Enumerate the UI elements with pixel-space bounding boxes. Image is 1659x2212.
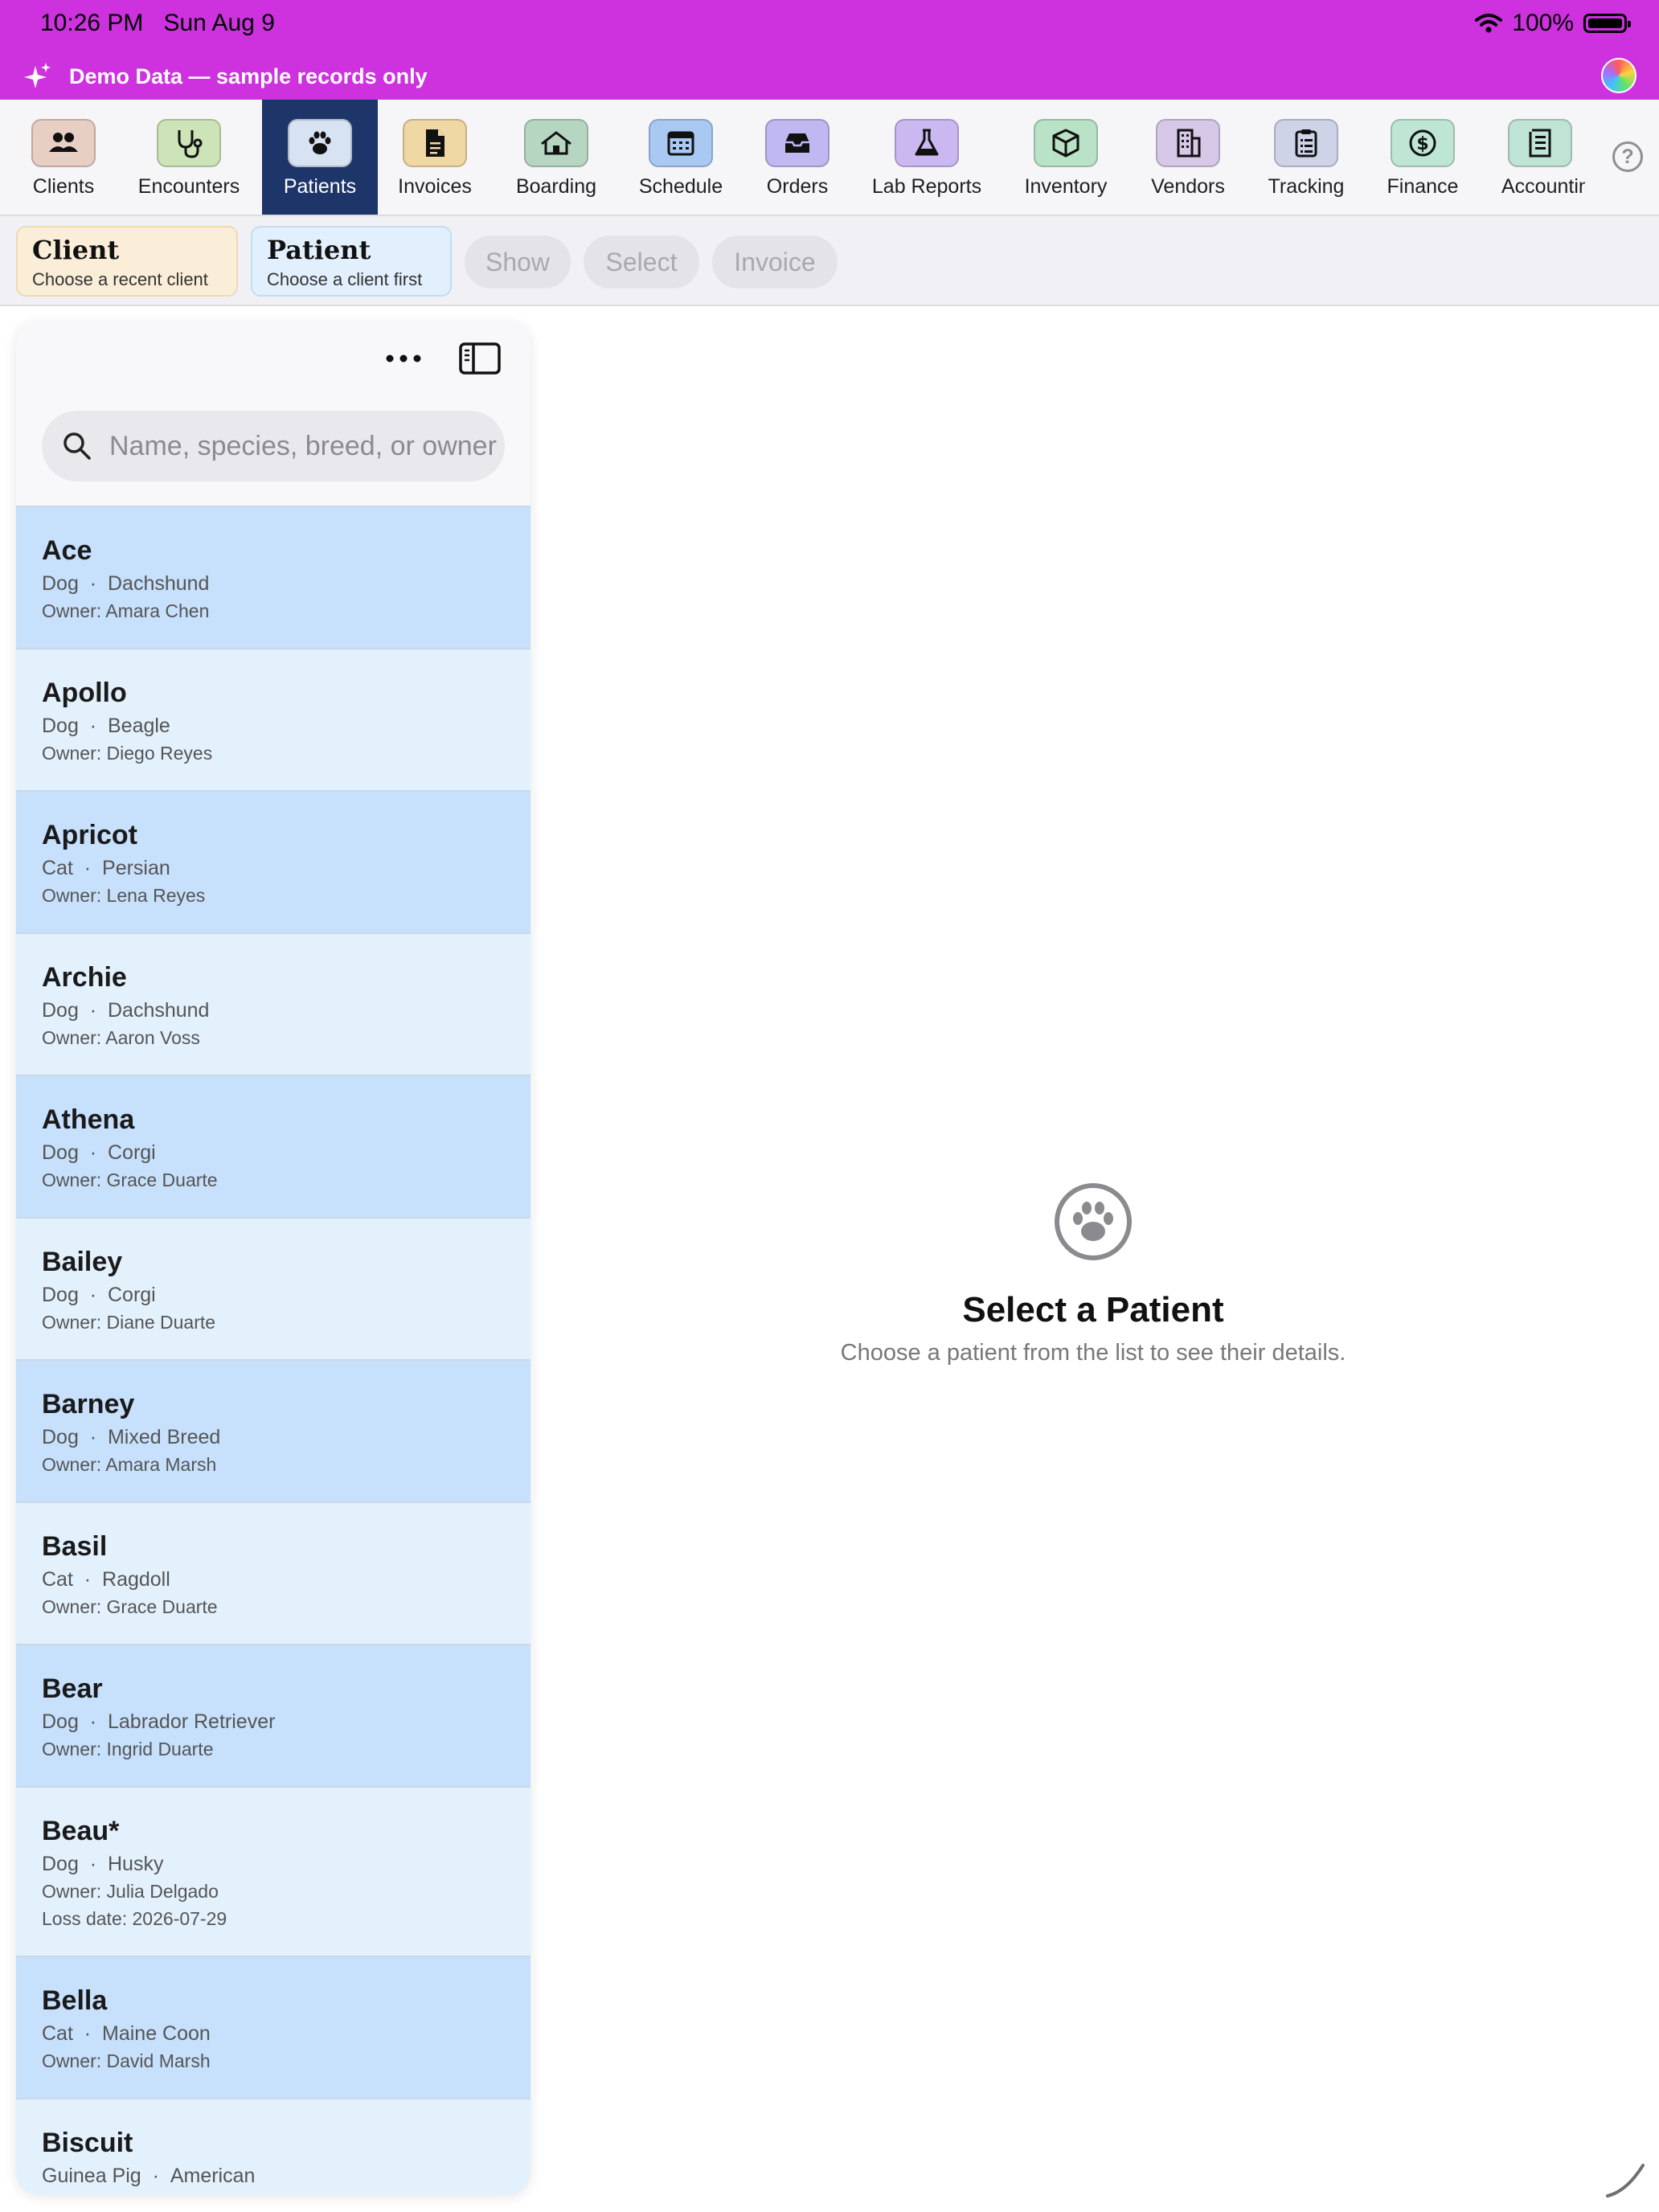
patient-row-apollo[interactable]: Apollo Dog · Beagle Owner: Diego Reyes <box>16 648 530 790</box>
patient-list: Ace Dog · Dachshund Owner: Amara Chen Ap… <box>16 506 530 2195</box>
empty-detail-state: Select a Patient Choose a patient from t… <box>780 1182 1407 1366</box>
client-picker-subtitle: Choose a recent client <box>32 269 208 289</box>
document-icon <box>403 119 467 167</box>
house-icon <box>524 119 588 167</box>
patient-picker[interactable]: Patient Choose a client first <box>251 226 452 297</box>
box-icon <box>1034 119 1098 167</box>
paw-icon <box>288 119 352 167</box>
patient-search <box>42 411 505 481</box>
patient-row-barney[interactable]: Barney Dog · Mixed Breed Owner: Amara Ma… <box>16 1359 530 1501</box>
patient-row-bear[interactable]: Bear Dog · Labrador Retriever Owner: Ing… <box>16 1644 530 1786</box>
scribble-icon <box>1606 2164 1645 2198</box>
battery-percent: 100% <box>1512 10 1574 36</box>
patient-row-archie[interactable]: Archie Dog · Dachshund Owner: Aaron Voss <box>16 932 530 1075</box>
search-input[interactable] <box>108 429 502 463</box>
people-icon <box>31 119 96 167</box>
wifi-icon <box>1475 14 1503 33</box>
nav-orders[interactable]: Orders <box>749 100 846 215</box>
nav-accounting[interactable]: Accountin <box>1495 100 1585 215</box>
sidebar-icon <box>459 342 501 375</box>
empty-state-title: Select a Patient <box>962 1290 1224 1329</box>
nav-clients[interactable]: Clients <box>11 100 116 215</box>
nav-invoices[interactable]: Invoices <box>384 100 485 215</box>
status-time: 10:26 PM Sun Aug 9 <box>40 10 275 36</box>
nav-schedule[interactable]: Schedule <box>625 100 736 215</box>
patient-row-apricot[interactable]: Apricot Cat · Persian Owner: Lena Reyes <box>16 790 530 932</box>
building-icon <box>1156 119 1220 167</box>
calendar-icon <box>649 119 713 167</box>
search-icon <box>63 432 91 460</box>
clipboard-icon <box>1274 119 1338 167</box>
demo-data-notice: Demo Data — sample records only <box>23 61 428 92</box>
dollar-icon: $ <box>1391 119 1455 167</box>
nav-finance[interactable]: $ Finance <box>1374 100 1471 215</box>
empty-state-subtitle: Choose a patient from the list to see th… <box>840 1340 1346 1366</box>
nav-tracking[interactable]: Tracking <box>1254 100 1358 215</box>
main-nav-bar: Clients Encounters Patients Invoices Boa… <box>0 100 1659 216</box>
battery-icon <box>1583 14 1631 33</box>
nav-encounters[interactable]: Encounters <box>129 100 249 215</box>
demo-banner-bar: 10:26 PM Sun Aug 9 100% Demo Data — samp… <box>0 0 1659 100</box>
svg-text:$: $ <box>1416 134 1428 154</box>
stethoscope-icon <box>157 119 221 167</box>
paw-circle-icon <box>1055 1183 1132 1260</box>
sidebar-toggle-button[interactable] <box>458 338 502 379</box>
show-button[interactable]: Show <box>465 236 571 289</box>
flask-icon <box>895 119 959 167</box>
invoice-button[interactable]: Invoice <box>712 236 838 289</box>
patient-row-biscuit[interactable]: Biscuit Guinea Pig · American <box>16 2098 530 2195</box>
status-indicators: 100% <box>1475 10 1631 37</box>
nav-patients[interactable]: Patients <box>262 100 378 215</box>
help-icon[interactable]: ? <box>1612 141 1643 172</box>
nav-inventory[interactable]: Inventory <box>1014 100 1117 215</box>
client-picker-title: Client <box>32 235 120 265</box>
more-options-button[interactable] <box>370 340 437 377</box>
ledger-icon <box>1508 119 1572 167</box>
patient-row-beau[interactable]: Beau* Dog · Husky Owner: Julia Delgado L… <box>16 1786 530 1956</box>
nav-lab-reports[interactable]: Lab Reports <box>863 100 990 215</box>
patient-row-bailey[interactable]: Bailey Dog · Corgi Owner: Diane Duarte <box>16 1217 530 1359</box>
patient-row-athena[interactable]: Athena Dog · Corgi Owner: Grace Duarte <box>16 1075 530 1217</box>
siri-orb-icon[interactable] <box>1601 58 1636 93</box>
patient-picker-title: Patient <box>267 235 371 265</box>
context-bar: Client Choose a recent client Patient Ch… <box>0 216 1659 306</box>
tray-icon <box>765 119 830 167</box>
loss-date: Loss date: 2026-07-29 <box>42 1908 227 1929</box>
select-button[interactable]: Select <box>584 236 699 289</box>
demo-banner-text: Demo Data — sample records only <box>69 63 428 88</box>
patient-picker-subtitle: Choose a client first <box>267 269 423 289</box>
client-picker[interactable]: Client Choose a recent client <box>16 226 238 297</box>
ellipsis-icon <box>386 354 421 363</box>
patient-sidebar: Ace Dog · Dachshund Owner: Amara Chen Ap… <box>16 322 530 2195</box>
nav-vendors[interactable]: Vendors <box>1138 100 1238 215</box>
patient-row-ace[interactable]: Ace Dog · Dachshund Owner: Amara Chen <box>16 506 530 648</box>
patient-row-basil[interactable]: Basil Cat · Ragdoll Owner: Grace Duarte <box>16 1501 530 1644</box>
patient-row-bella[interactable]: Bella Cat · Maine Coon Owner: David Mars… <box>16 1956 530 2098</box>
sparkle-icon <box>24 63 51 88</box>
nav-boarding[interactable]: Boarding <box>498 100 614 215</box>
